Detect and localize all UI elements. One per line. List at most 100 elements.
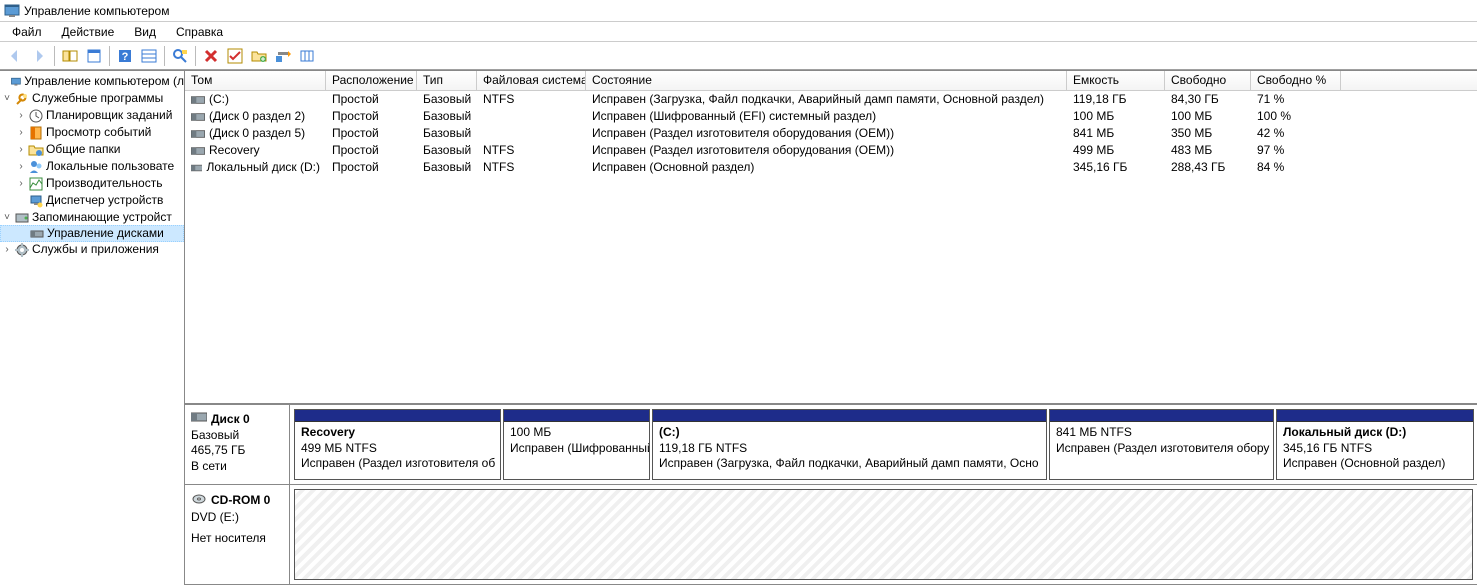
tree-pane[interactable]: Управление компьютером (л ˅ Служебные пр… bbox=[0, 71, 185, 585]
back-button[interactable] bbox=[4, 45, 26, 67]
cdrom-label[interactable]: CD-ROM 0 DVD (E:) Нет носителя bbox=[185, 485, 290, 584]
partition-size: 100 МБ bbox=[510, 425, 643, 441]
titlebar: Управление компьютером bbox=[0, 0, 1477, 22]
partition[interactable]: Локальный диск (D:)345,16 ГБ NTFSИсправе… bbox=[1276, 409, 1474, 480]
services-icon bbox=[14, 242, 30, 258]
vol-status: Исправен (Шифрованный (EFI) системный ра… bbox=[586, 108, 1067, 125]
col-capacity[interactable]: Емкость bbox=[1067, 71, 1165, 90]
disk-icon bbox=[29, 226, 45, 242]
tree-root[interactable]: Управление компьютером (л bbox=[0, 73, 184, 90]
vol-capacity: 841 МБ bbox=[1067, 125, 1165, 142]
expand-icon[interactable]: › bbox=[14, 124, 28, 141]
delete-button[interactable] bbox=[200, 45, 222, 67]
volumes-list[interactable]: Том Расположение Тип Файловая система Со… bbox=[185, 71, 1477, 176]
menu-action[interactable]: Действие bbox=[54, 23, 123, 41]
vol-free: 350 МБ bbox=[1165, 125, 1251, 142]
separator bbox=[109, 46, 110, 66]
partition-size: 499 МБ NTFS bbox=[301, 441, 494, 457]
vol-free: 483 МБ bbox=[1165, 142, 1251, 159]
partition[interactable]: Recovery499 МБ NTFSИсправен (Раздел изго… bbox=[294, 409, 501, 480]
col-type[interactable]: Тип bbox=[417, 71, 477, 90]
properties-button[interactable] bbox=[83, 45, 105, 67]
book-icon bbox=[28, 125, 44, 141]
partition-status: Исправен (Загрузка, Файл подкачки, Авари… bbox=[659, 456, 1040, 472]
partition-status: Исправен (Основной раздел) bbox=[1283, 456, 1467, 472]
volume-row[interactable]: (C:)ПростойБазовыйNTFSИсправен (Загрузка… bbox=[185, 91, 1477, 108]
vol-name: (Диск 0 раздел 5) bbox=[185, 125, 326, 142]
partition[interactable]: 841 МБ NTFSИсправен (Раздел изготовителя… bbox=[1049, 409, 1274, 480]
tree-scheduler[interactable]: › Планировщик заданий bbox=[0, 107, 184, 124]
partition-status: Исправен (Раздел изготовителя обору bbox=[1056, 441, 1267, 457]
volume-row[interactable]: RecoveryПростойБазовыйNTFSИсправен (Разд… bbox=[185, 142, 1477, 159]
vol-free: 288,43 ГБ bbox=[1165, 159, 1251, 176]
tree-systools[interactable]: ˅ Служебные программы bbox=[0, 90, 184, 107]
expand-icon[interactable]: › bbox=[14, 158, 28, 175]
expand-icon[interactable]: › bbox=[14, 175, 28, 192]
vol-fs bbox=[477, 125, 586, 142]
vol-type: Базовый bbox=[417, 159, 477, 176]
disk0-row[interactable]: Диск 0 Базовый 465,75 ГБ В сети Recovery… bbox=[185, 405, 1477, 485]
show-hide-tree-button[interactable] bbox=[59, 45, 81, 67]
view-list-button[interactable] bbox=[138, 45, 160, 67]
tree-diskmgmt[interactable]: Управление дисками bbox=[0, 225, 184, 242]
vol-layout: Простой bbox=[326, 91, 417, 108]
col-status[interactable]: Состояние bbox=[586, 71, 1067, 90]
col-spacer bbox=[1341, 71, 1477, 90]
tree-services[interactable]: › Службы и приложения bbox=[0, 241, 184, 258]
col-volume[interactable]: Том bbox=[185, 71, 326, 90]
check-button[interactable] bbox=[224, 45, 246, 67]
expand-icon[interactable]: › bbox=[14, 141, 28, 158]
vol-layout: Простой bbox=[326, 142, 417, 159]
separator bbox=[54, 46, 55, 66]
expand-icon[interactable]: › bbox=[0, 241, 14, 258]
menu-view[interactable]: Вид bbox=[126, 23, 164, 41]
volume-row[interactable]: Локальный диск (D:)ПростойБазовыйNTFSИсп… bbox=[185, 159, 1477, 176]
col-free[interactable]: Свободно bbox=[1165, 71, 1251, 90]
disk-diagram: Диск 0 Базовый 465,75 ГБ В сети Recovery… bbox=[185, 403, 1477, 585]
vol-capacity: 119,18 ГБ bbox=[1067, 91, 1165, 108]
volume-row[interactable]: (Диск 0 раздел 5)ПростойБазовыйИсправен … bbox=[185, 125, 1477, 142]
computer-icon bbox=[10, 74, 22, 90]
vol-status: Исправен (Загрузка, Файл подкачки, Авари… bbox=[586, 91, 1067, 108]
toolbar: ? bbox=[0, 42, 1477, 70]
disk0-label[interactable]: Диск 0 Базовый 465,75 ГБ В сети bbox=[185, 405, 290, 484]
vol-capacity: 100 МБ bbox=[1067, 108, 1165, 125]
volumes-header[interactable]: Том Расположение Тип Файловая система Со… bbox=[185, 71, 1477, 91]
vol-free: 84,30 ГБ bbox=[1165, 91, 1251, 108]
collapse-icon[interactable]: ˅ bbox=[0, 90, 14, 107]
find-button[interactable] bbox=[169, 45, 191, 67]
expand-icon[interactable]: › bbox=[14, 107, 28, 124]
new-folder-button[interactable] bbox=[248, 45, 270, 67]
forward-button[interactable] bbox=[28, 45, 50, 67]
help-button[interactable]: ? bbox=[114, 45, 136, 67]
vol-fs: NTFS bbox=[477, 159, 586, 176]
vol-name: Recovery bbox=[185, 142, 326, 159]
columns-button[interactable] bbox=[296, 45, 318, 67]
tree-sharedfolders[interactable]: › Общие папки bbox=[0, 141, 184, 158]
col-freepct[interactable]: Свободно % bbox=[1251, 71, 1341, 90]
vol-fs: NTFS bbox=[477, 142, 586, 159]
device-icon bbox=[28, 193, 44, 209]
vol-capacity: 345,16 ГБ bbox=[1067, 159, 1165, 176]
col-fs[interactable]: Файловая система bbox=[477, 71, 586, 90]
tree-storage[interactable]: ˅ Запоминающие устройст bbox=[0, 209, 184, 226]
menu-help[interactable]: Справка bbox=[168, 23, 231, 41]
separator bbox=[195, 46, 196, 66]
partition[interactable]: (C:)119,18 ГБ NTFSИсправен (Загрузка, Фа… bbox=[652, 409, 1047, 480]
col-layout[interactable]: Расположение bbox=[326, 71, 417, 90]
perf-icon bbox=[28, 176, 44, 192]
collapse-icon[interactable]: ˅ bbox=[0, 209, 14, 226]
cdrom-partitions bbox=[290, 485, 1477, 584]
partition[interactable]: 100 МБИсправен (Шифрованный bbox=[503, 409, 650, 480]
tree-devmgr[interactable]: Диспетчер устройств bbox=[0, 192, 184, 209]
tree-localusers[interactable]: › Локальные пользовате bbox=[0, 158, 184, 175]
vol-free: 100 МБ bbox=[1165, 108, 1251, 125]
clock-icon bbox=[28, 108, 44, 124]
wizard-button[interactable] bbox=[272, 45, 294, 67]
tree-perf[interactable]: › Производительность bbox=[0, 175, 184, 192]
tree-eventvwr[interactable]: › Просмотр событий bbox=[0, 124, 184, 141]
users-icon bbox=[28, 159, 44, 175]
menu-file[interactable]: Файл bbox=[4, 23, 50, 41]
volume-row[interactable]: (Диск 0 раздел 2)ПростойБазовыйИсправен … bbox=[185, 108, 1477, 125]
cdrom-row[interactable]: CD-ROM 0 DVD (E:) Нет носителя bbox=[185, 485, 1477, 585]
